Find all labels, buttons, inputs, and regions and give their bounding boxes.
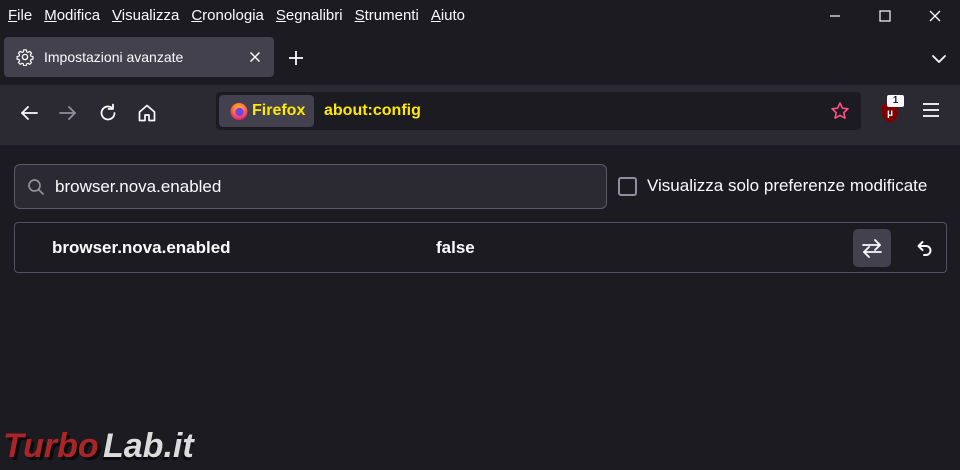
modified-only-label[interactable]: Visualizza solo preferenze modificate bbox=[647, 176, 927, 196]
menu-file-label: ile bbox=[17, 7, 33, 24]
menu-modifica[interactable]: Modifica bbox=[38, 0, 106, 32]
url-text[interactable]: about:config bbox=[324, 92, 421, 130]
minimize-button[interactable] bbox=[810, 0, 860, 32]
menu-segnalibri[interactable]: Segnalibri bbox=[270, 0, 349, 32]
menu-aiuto-label: iuto bbox=[440, 7, 466, 24]
reset-button[interactable] bbox=[905, 229, 943, 267]
svg-text:Turbo: Turbo bbox=[3, 428, 99, 465]
search-box bbox=[14, 164, 607, 209]
menu-modifica-label: odifica bbox=[56, 7, 101, 24]
identity-label: Firefox bbox=[252, 102, 306, 119]
maximize-icon bbox=[879, 10, 891, 22]
menu-bar: File Modifica Visualizza Cronologia Segn… bbox=[0, 0, 471, 32]
toggle-button[interactable] bbox=[853, 229, 891, 267]
forward-button[interactable] bbox=[54, 99, 82, 127]
menu-cronologia-mnemonic: C bbox=[191, 7, 203, 24]
back-button[interactable] bbox=[15, 99, 43, 127]
close-icon bbox=[929, 10, 941, 22]
home-button[interactable] bbox=[133, 99, 161, 127]
pref-row: browser.nova.enabled false bbox=[14, 222, 947, 273]
pref-name: browser.nova.enabled bbox=[52, 238, 231, 257]
nav-bar: Firefox about:config bbox=[0, 85, 960, 145]
close-window-button[interactable] bbox=[910, 0, 960, 32]
new-tab-icon[interactable] bbox=[284, 46, 308, 70]
home-icon bbox=[138, 104, 156, 122]
menu-modifica-mnemonic: M bbox=[44, 7, 57, 24]
menu-file-mnemonic: F bbox=[8, 7, 18, 24]
menu-aiuto-mnemonic: A bbox=[430, 7, 441, 24]
close-tab-icon[interactable] bbox=[247, 49, 263, 65]
chevron-down-icon[interactable] bbox=[928, 48, 950, 70]
identity-box[interactable]: Firefox bbox=[219, 95, 314, 127]
back-arrow-icon bbox=[21, 106, 38, 120]
turbolab-watermark-logo: TurboLab.it Turbo Lab.it bbox=[3, 428, 195, 468]
menu-cronologia[interactable]: Cronologia bbox=[185, 0, 270, 32]
tab-strip: Impostazioni avanzate bbox=[0, 32, 960, 85]
undo-icon bbox=[917, 241, 932, 256]
menu-visualizza-mnemonic: V bbox=[112, 7, 122, 24]
bookmark-star-icon[interactable] bbox=[830, 101, 850, 121]
menu-aiuto[interactable]: Aiuto bbox=[425, 0, 471, 32]
modified-only-checkbox[interactable] bbox=[618, 177, 637, 196]
hamburger-menu-icon[interactable] bbox=[918, 97, 944, 123]
svg-text:Lab.it: Lab.it bbox=[103, 428, 195, 465]
menu-strumenti-label: trumenti bbox=[364, 7, 419, 24]
window-controls bbox=[810, 0, 960, 32]
reload-icon bbox=[100, 103, 116, 121]
menu-file[interactable]: File bbox=[2, 0, 38, 32]
menu-strumenti[interactable]: Strumenti bbox=[349, 0, 425, 32]
reload-button[interactable] bbox=[94, 99, 122, 127]
menu-strumenti-mnemonic: S bbox=[354, 7, 365, 24]
minimize-icon bbox=[830, 15, 840, 17]
search-icon bbox=[28, 179, 44, 195]
url-bar[interactable]: Firefox about:config bbox=[216, 92, 861, 130]
menu-visualizza-label: isualizza bbox=[121, 7, 180, 24]
menu-segnalibri-mnemonic: S bbox=[275, 7, 286, 24]
forward-arrow-icon bbox=[59, 106, 76, 120]
maximize-button[interactable] bbox=[860, 0, 910, 32]
extension-badge: 1 bbox=[887, 95, 904, 107]
search-input[interactable] bbox=[55, 165, 595, 208]
firefox-logo-icon bbox=[230, 103, 248, 120]
tab-title: Impostazioni avanzate bbox=[44, 49, 184, 65]
menu-segnalibri-label: egnalibri bbox=[285, 7, 343, 24]
toggle-arrows-icon bbox=[862, 239, 882, 258]
menu-cronologia-label: ronologia bbox=[202, 7, 264, 24]
pref-value[interactable]: false bbox=[436, 223, 475, 272]
menu-visualizza[interactable]: Visualizza bbox=[106, 0, 185, 32]
title-bar: File Modifica Visualizza Cronologia Segn… bbox=[0, 0, 960, 32]
gear-icon bbox=[16, 49, 34, 66]
tab-impostazioni-avanzate[interactable]: Impostazioni avanzate bbox=[4, 37, 274, 77]
svg-text:μ: μ bbox=[887, 108, 893, 119]
